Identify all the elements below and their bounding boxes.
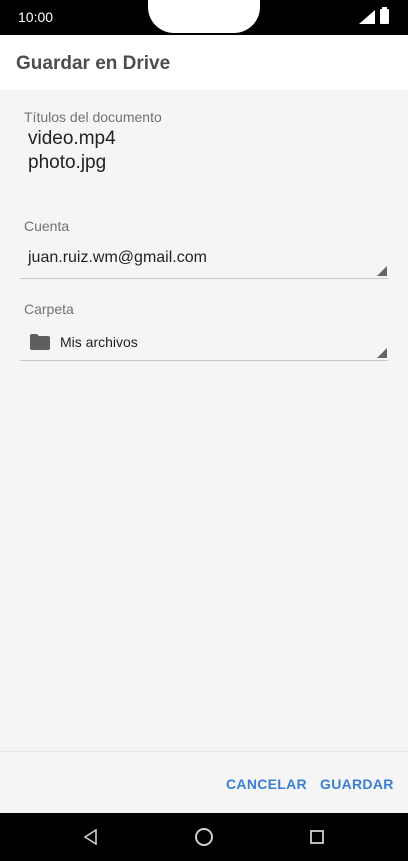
navigation-bar [0, 813, 408, 861]
save-button[interactable]: GUARDAR [320, 776, 394, 792]
document-title-2[interactable]: photo.jpg [28, 152, 106, 174]
signal-icon [359, 10, 375, 24]
account-label: Cuenta [24, 218, 70, 234]
dialog-actions: CANCELAR GUARDAR [0, 751, 408, 813]
folder-label: Carpeta [24, 301, 74, 317]
home-circle-icon[interactable] [194, 827, 214, 847]
folder-value: Mis archivos [60, 334, 138, 350]
status-bar: 10:00 [0, 0, 408, 35]
folder-dropdown[interactable]: Mis archivos [20, 321, 388, 361]
battery-icon [380, 7, 389, 24]
back-triangle-icon[interactable] [84, 829, 98, 845]
cancel-button[interactable]: CANCELAR [226, 776, 307, 792]
recents-square-icon[interactable] [310, 830, 324, 844]
account-dropdown[interactable]: juan.ruiz.wm@gmail.com [20, 239, 388, 279]
folder-icon [30, 334, 50, 350]
app-header: Guardar en Drive [0, 35, 408, 90]
save-form: Títulos del documento video.mp4 photo.jp… [0, 90, 408, 751]
dropdown-arrow-icon [377, 348, 387, 358]
dropdown-arrow-icon [377, 266, 387, 276]
status-time: 10:00 [18, 9, 54, 25]
document-title-1[interactable]: video.mp4 [28, 128, 116, 150]
account-value: juan.ruiz.wm@gmail.com [28, 249, 207, 266]
documents-label: Títulos del documento [24, 109, 162, 125]
notch-cutout [148, 0, 260, 33]
page-title: Guardar en Drive [16, 53, 171, 74]
